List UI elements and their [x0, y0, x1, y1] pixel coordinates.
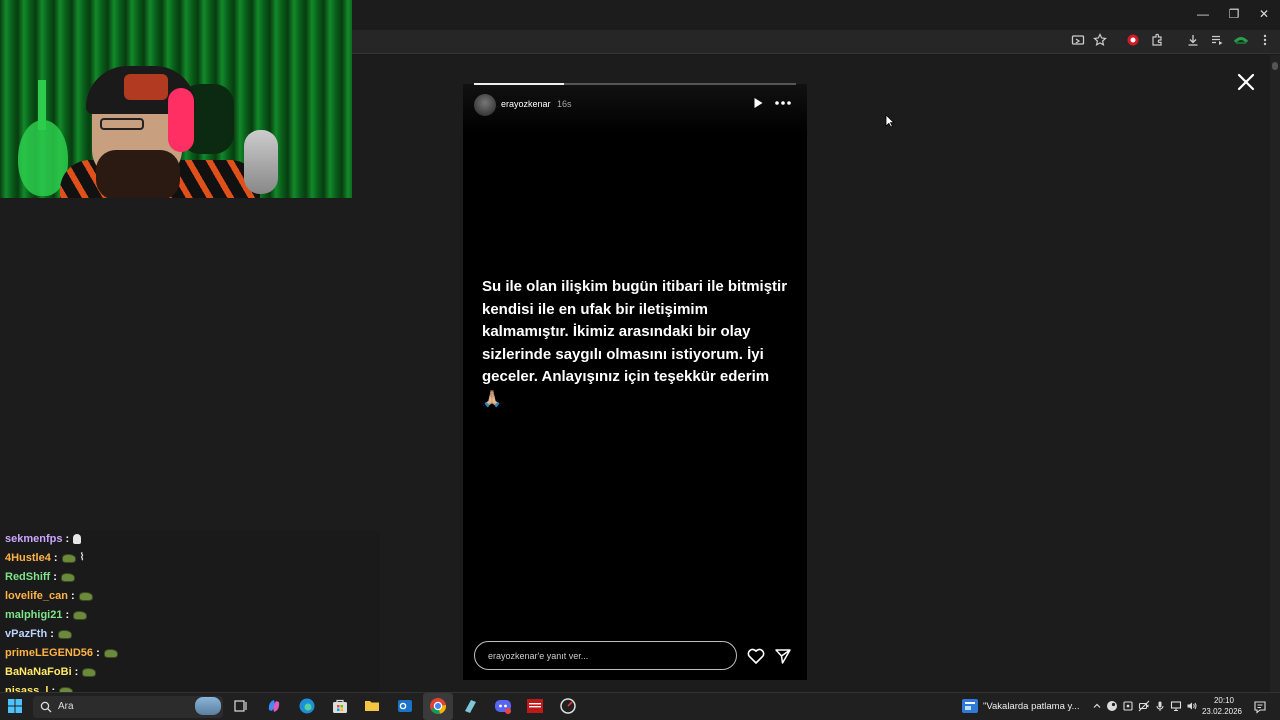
praying-hands-emoji: 🙏🏼: [482, 390, 502, 408]
story-reply-input[interactable]: [474, 641, 737, 670]
maximize-button[interactable]: ❐: [1219, 4, 1249, 24]
snake-emote-icon: ⌇: [79, 552, 85, 564]
microphone-image: [244, 130, 278, 194]
chat-username[interactable]: 4Hustle4: [5, 552, 51, 564]
chat-message: vPazFth :: [0, 625, 380, 644]
send-icon[interactable]: [773, 646, 793, 666]
clock-time[interactable]: 20:10: [1204, 696, 1244, 705]
cast-icon[interactable]: [1069, 33, 1087, 51]
ghost-emote-icon: [73, 534, 82, 545]
steam-icon[interactable]: [1106, 700, 1118, 712]
profile-icon[interactable]: [1232, 33, 1250, 51]
play-icon[interactable]: [750, 95, 766, 111]
chat-username[interactable]: malphigi21: [5, 609, 62, 621]
chat-username[interactable]: RedShiff: [5, 571, 50, 583]
chrome-icon[interactable]: [429, 697, 447, 715]
chat-separator: :: [67, 590, 75, 602]
chat-separator: :: [62, 609, 70, 621]
scrollbar-thumb[interactable]: [1272, 62, 1278, 70]
stream-chat: sekmenfps :4Hustle4 : ⌇ RedShiff : lovelife…: [0, 530, 380, 696]
volume-icon[interactable]: [1186, 700, 1198, 712]
chat-username[interactable]: primeLEGEND56: [5, 647, 93, 659]
microphone-icon[interactable]: [1154, 700, 1166, 712]
chat-separator: :: [47, 628, 54, 640]
speedometer-icon[interactable]: [559, 697, 577, 715]
story-text-line: sizlerinde saygılı olmasını istiyorum. İ…: [482, 345, 764, 363]
search-icon: [40, 700, 52, 713]
edge-icon[interactable]: [298, 697, 316, 715]
task-view-icon[interactable]: [232, 697, 250, 715]
store-icon[interactable]: [331, 697, 349, 715]
story-text-line: Su ile olan ilişkim bugün itibari ile bi…: [482, 278, 788, 295]
chat-username[interactable]: lovelife_can: [5, 590, 68, 602]
story-text-line: kalmamıştır. İkimiz arasındaki bir olay: [482, 323, 751, 340]
adblock-icon[interactable]: [1124, 33, 1142, 51]
story-text: Su ile olan ilişkim bugün itibari ile bi…: [482, 276, 792, 411]
chat-message: 4Hustle4 : ⌇: [0, 549, 380, 568]
chat-message: RedShiff :: [0, 568, 380, 587]
news-widget-text[interactable]: "Vakalarda patlama y...: [983, 701, 1079, 712]
chat-separator: :: [62, 533, 70, 545]
notification-icon[interactable]: [1253, 700, 1267, 714]
clock-date[interactable]: 23.02.2026: [1200, 707, 1244, 716]
chat-username[interactable]: BaNaNaFoBi: [5, 666, 72, 678]
chat-separator: :: [50, 552, 58, 564]
chat-username[interactable]: vPazFth: [5, 628, 47, 640]
menu-icon[interactable]: [1256, 33, 1274, 51]
mouse-cursor-icon: [885, 114, 895, 128]
chat-message: primeLEGEND56 :: [0, 644, 380, 663]
windows-start-icon[interactable]: [8, 699, 26, 717]
tank-emote-icon: [61, 553, 76, 563]
stream-app-icon[interactable]: [526, 697, 544, 715]
chat-message: malphigi21 :: [0, 606, 380, 625]
search-label: Ara: [58, 701, 74, 712]
discord-icon[interactable]: [494, 697, 512, 715]
chat-separator: :: [93, 647, 100, 659]
news-widget-icon[interactable]: [961, 698, 979, 714]
file-explorer-icon[interactable]: [363, 697, 381, 715]
tank-emote-icon: [78, 591, 93, 601]
tank-emote-icon: [82, 667, 97, 677]
chat-message: BaNaNaFoBi :: [0, 663, 380, 682]
headphone-image: [168, 88, 194, 152]
chat-separator: :: [71, 666, 79, 678]
outlook-icon[interactable]: [396, 697, 414, 715]
heart-icon[interactable]: [746, 646, 766, 666]
copilot-icon[interactable]: [265, 697, 283, 715]
notes-app-icon[interactable]: [461, 697, 479, 715]
scrollbar[interactable]: [1270, 55, 1280, 692]
tank-emote-icon: [73, 610, 88, 620]
tray-app-icon[interactable]: [1122, 700, 1134, 712]
star-icon[interactable]: [1091, 33, 1109, 51]
close-icon[interactable]: [1235, 71, 1257, 93]
search-highlight-icon: [195, 697, 221, 715]
chat-separator: :: [50, 571, 57, 583]
chat-message: lovelife_can :: [0, 587, 380, 606]
story-text-line: kendisi ile en ufak bir iletişimim: [482, 300, 708, 318]
download-icon[interactable]: [1184, 33, 1202, 51]
story-text-line: geceler. Anlayışınız için teşekkür ederi…: [482, 368, 770, 385]
story-time: 16s: [557, 99, 572, 109]
media-icon[interactable]: [1208, 33, 1226, 51]
story-username[interactable]: erayozkenar: [501, 99, 551, 109]
minimize-button[interactable]: —: [1188, 4, 1218, 24]
story-progress-fill: [474, 83, 565, 85]
webcam-overlay: [0, 0, 352, 198]
more-options-icon[interactable]: [772, 96, 794, 110]
tank-emote-icon: [60, 572, 75, 582]
story-progress-bar: [474, 83, 796, 85]
close-window-button[interactable]: ✕: [1249, 4, 1279, 24]
network-icon[interactable]: [1170, 700, 1182, 712]
extensions-icon[interactable]: [1148, 33, 1166, 51]
tank-emote-icon: [103, 648, 118, 658]
camera-off-icon[interactable]: [1138, 700, 1150, 712]
tank-emote-icon: [57, 629, 72, 639]
chevron-up-icon[interactable]: [1091, 700, 1103, 712]
story-avatar[interactable]: [474, 94, 496, 116]
chat-message: sekmenfps :: [0, 530, 380, 549]
chat-username[interactable]: sekmenfps: [5, 533, 62, 545]
